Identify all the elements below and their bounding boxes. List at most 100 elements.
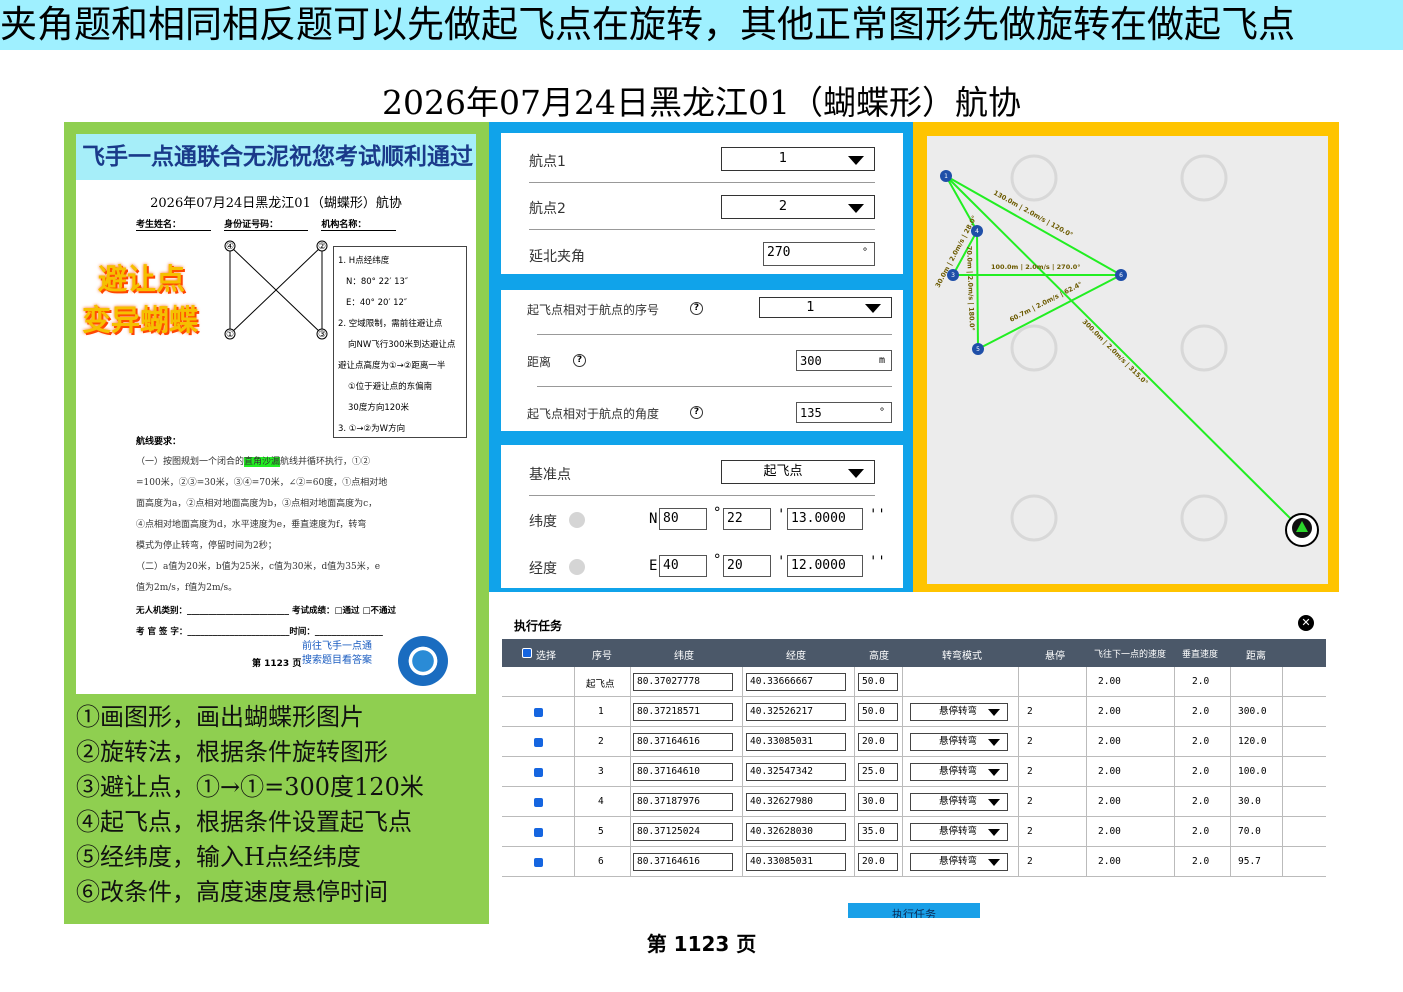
row-seq: 5: [598, 826, 604, 837]
swap-icon[interactable]: [569, 512, 585, 528]
row-dist: 120.0: [1238, 736, 1267, 747]
divider: [529, 495, 875, 496]
requirements-text: （一）按图规划一个闭合的直角沙漏航线并循环执行，①② =100米，②③=30米，…: [136, 457, 388, 593]
wp2-label: 航点2: [529, 201, 566, 217]
table-row: 3 80.37164610 40.32547342 25.0 悬停转弯 2 2.00 2.0 1…: [502, 757, 1326, 787]
settings-panel: 航点1 1 航点2 2 延北夹角 270 ° 起飞点相对于航点的序号 ? 1 距离…: [489, 122, 913, 592]
row-vspeed: 2.0: [1192, 826, 1210, 837]
row-checkbox[interactable]: [534, 768, 543, 777]
lat-field[interactable]: 80.37164616: [633, 733, 733, 751]
lat-deg-input[interactable]: 80: [659, 508, 707, 530]
row-checkbox[interactable]: [534, 738, 543, 747]
step-item: ⑥改条件，高度速度悬停时间: [76, 878, 388, 906]
lon-deg-input[interactable]: 40: [659, 555, 707, 577]
route-labels: 130.0m | 2.0m/s | 120.0° 100.0m | 2.0m/s…: [934, 189, 1150, 388]
route-map[interactable]: 130.0m | 2.0m/s | 120.0° 100.0m | 2.0m/s…: [927, 136, 1328, 584]
lat-field[interactable]: 80.37125024: [633, 823, 733, 841]
turn-mode-select[interactable]: 悬停转弯: [910, 733, 1008, 751]
distance-input[interactable]: 300 m: [796, 350, 892, 371]
qr-caption: 前往飞手一点通 搜索题目看答案: [302, 641, 372, 666]
lat-field[interactable]: 80.37164616: [633, 853, 733, 871]
alt-field[interactable]: 25.0: [858, 763, 898, 781]
alt-field[interactable]: 35.0: [858, 823, 898, 841]
turn-mode-select[interactable]: 悬停转弯: [910, 823, 1008, 841]
node-label-3: ③: [318, 330, 326, 340]
row-checkbox[interactable]: [534, 828, 543, 837]
lat-min-input[interactable]: 22: [723, 508, 771, 530]
help-icon[interactable]: ?: [690, 302, 703, 315]
turn-mode-select[interactable]: 悬停转弯: [910, 763, 1008, 781]
highlight-shape: 直角沙漏: [244, 457, 281, 467]
alt-field[interactable]: 50.0: [858, 673, 898, 691]
row-checkbox[interactable]: [534, 708, 543, 717]
row-dist: 100.0: [1238, 766, 1267, 777]
turn-mode-select[interactable]: 悬停转弯: [910, 703, 1008, 721]
cond-line: 30度方向120米: [348, 403, 410, 413]
route-map-svg: 130.0m | 2.0m/s | 120.0° 100.0m | 2.0m/s…: [934, 154, 1319, 547]
row-speed: 2.00: [1098, 856, 1121, 867]
lon-sec-input[interactable]: 12.0000: [787, 555, 863, 577]
lat-field[interactable]: 80.37218571: [633, 703, 733, 721]
lon-min-input[interactable]: 20: [723, 555, 771, 577]
paper-title: 2026年07月24日黑龙江01（蝴蝶形）航协: [150, 196, 402, 211]
turn-mode-select[interactable]: 悬停转弯: [910, 793, 1008, 811]
row-checkbox[interactable]: [534, 858, 543, 867]
lat-field[interactable]: 80.37164610: [633, 763, 733, 781]
cond-line: E：40° 20′ 12″: [346, 298, 408, 308]
alt-field[interactable]: 20.0: [858, 733, 898, 751]
takeoff-angle-input[interactable]: 135 °: [796, 402, 892, 423]
close-icon[interactable]: ✕: [1298, 615, 1314, 631]
col-alt: 高度: [869, 651, 889, 662]
svg-text:4: 4: [975, 228, 979, 235]
help-icon[interactable]: ?: [573, 354, 586, 367]
longitude-label: 经度: [529, 561, 557, 577]
chevron-down-icon: [988, 799, 1000, 806]
cond-line: 避让点高度为①→②距离一半: [338, 361, 446, 371]
swap-icon[interactable]: [569, 559, 585, 575]
lon-field[interactable]: 40.32526217: [746, 703, 846, 721]
lon-field[interactable]: 40.33666667: [746, 673, 846, 691]
lon-field[interactable]: 40.33085031: [746, 733, 846, 751]
svg-text:6: 6: [1119, 272, 1123, 279]
node-label-2: ②: [318, 242, 326, 252]
alt-field[interactable]: 50.0: [858, 703, 898, 721]
row-seq: 1: [598, 706, 604, 717]
lat-sec-input[interactable]: 13.0000: [787, 508, 863, 530]
lat-field[interactable]: 80.37027778: [633, 673, 733, 691]
lat-field[interactable]: 80.37187976: [633, 793, 733, 811]
help-icon[interactable]: ?: [690, 406, 703, 419]
col-speed: 飞往下一点的速度: [1094, 650, 1167, 660]
row-seq: 2: [598, 736, 604, 747]
paper-header: 飞手一点通联合无泥祝您考试顺利通过: [76, 134, 476, 180]
cond-line: 2. 空域限制，需前往避让点: [338, 319, 443, 329]
stamp-butterfly: 变异蝴蝶: [82, 303, 199, 337]
row-dist: 95.7: [1238, 856, 1261, 867]
step-item: ①画图形，画出蝴蝶形图片: [76, 703, 364, 731]
node-label-4: ④: [226, 242, 234, 252]
row-seq: 3: [598, 766, 604, 777]
select-all-checkbox[interactable]: [522, 648, 532, 658]
alt-field[interactable]: 30.0: [858, 793, 898, 811]
paper-fields: 考生姓名： 身份证号码： 机构名称：: [136, 217, 406, 231]
north-angle-input[interactable]: 270 °: [763, 242, 875, 266]
row-hover: 2: [1027, 706, 1033, 717]
lon-field[interactable]: 40.32628030: [746, 823, 846, 841]
lon-field[interactable]: 40.32627980: [746, 793, 846, 811]
execute-task-button[interactable]: 执行任务: [848, 903, 980, 918]
takeoff-seq-select[interactable]: 1: [759, 297, 892, 318]
base-point-select[interactable]: 起飞点: [721, 460, 875, 484]
row-checkbox[interactable]: [534, 798, 543, 807]
row-vspeed: 2.0: [1192, 736, 1210, 747]
row-vspeed: 2.0: [1192, 706, 1210, 717]
col-seq: 序号: [592, 651, 612, 662]
lon-field[interactable]: 40.32547342: [746, 763, 846, 781]
wp1-select[interactable]: 1: [721, 147, 875, 171]
chevron-down-icon: [988, 769, 1000, 776]
alt-field[interactable]: 20.0: [858, 853, 898, 871]
task-panel: 执行任务 ✕ 选择 序号 纬度 经度 高度 转弯模式 悬停 飞往下一点的速度 垂…: [502, 607, 1326, 918]
lon-field[interactable]: 40.33085031: [746, 853, 846, 871]
distance-label: 距离: [527, 355, 552, 369]
row-dist: 300.0: [1238, 706, 1267, 717]
turn-mode-select[interactable]: 悬停转弯: [910, 853, 1008, 871]
wp2-select[interactable]: 2: [721, 195, 875, 219]
